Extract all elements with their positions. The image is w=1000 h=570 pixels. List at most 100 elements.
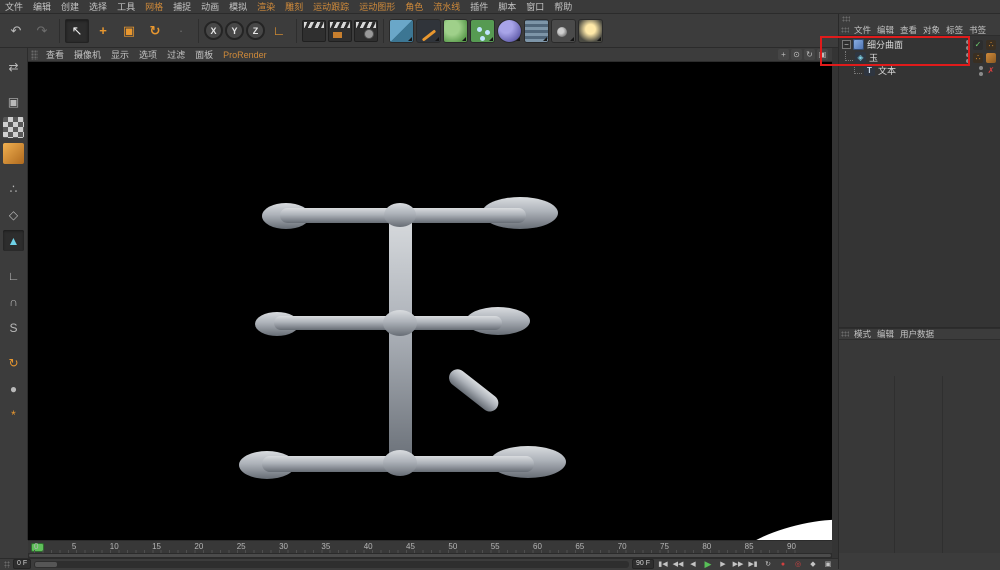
spline-pen-icon[interactable] [416,19,441,43]
viewport-rotate-icon[interactable]: ↻ [804,49,815,60]
preview-range-handle[interactable] [35,562,57,567]
vp-menu-filter[interactable]: 过滤 [162,48,190,61]
solo-mode-icon[interactable]: S [3,317,24,338]
z-axis-lock-button[interactable]: Z [246,21,265,40]
vp-menu-view[interactable]: 查看 [41,48,69,61]
next-frame-button[interactable]: ▶ [717,560,729,569]
menu-render[interactable]: 渲染 [252,0,280,14]
record-parameters-button[interactable]: ▣ [822,560,834,569]
viewport-pan-icon[interactable]: + [778,49,789,60]
timeline-scrollbar-handle[interactable] [29,554,831,557]
drag-grip-icon[interactable] [31,50,38,60]
am-menu-mode[interactable]: 模式 [851,328,874,340]
convert-mode-icon[interactable]: ⇄ [3,56,24,77]
end-frame-field[interactable]: 90 F [632,559,654,569]
menu-character[interactable]: 角色 [400,0,428,14]
menu-select[interactable]: 选择 [84,0,112,14]
phong-tag-icon[interactable]: ∴ [973,53,983,63]
volume-builder-icon[interactable] [470,19,495,43]
workplane-rotate-icon[interactable]: ↻ [3,352,24,373]
menu-create[interactable]: 创建 [56,0,84,14]
menu-motion-tracker[interactable]: 运动跟踪 [308,0,354,14]
om-menu-tags[interactable]: 标签 [943,24,966,36]
light-icon[interactable] [578,19,603,43]
am-menu-userdata[interactable]: 用户数据 [897,328,937,340]
render-view-button[interactable] [302,20,326,42]
polygons-mode-icon[interactable]: ▲ [3,230,24,251]
menu-window[interactable]: 窗口 [521,0,549,14]
snap-icon[interactable]: ∩ [3,291,24,312]
loop-button[interactable]: ↻ [762,560,774,569]
menu-tools[interactable]: 工具 [112,0,140,14]
menu-script[interactable]: 脚本 [493,0,521,14]
record-keyframe-button[interactable]: ● [777,560,789,569]
vp-menu-display[interactable]: 显示 [106,48,134,61]
timeline-ruler[interactable]: 0 5 10 15 20 25 30 35 40 45 50 55 60 65 … [28,540,832,553]
camera-icon[interactable] [551,19,576,43]
start-frame-field[interactable]: 0 F [13,559,31,569]
visibility-dots-icon[interactable] [979,66,983,76]
om-menu-objects[interactable]: 对象 [920,24,943,36]
model-mode-icon[interactable]: ▣ [3,91,24,112]
previous-frame-button[interactable]: ◀ [687,560,699,569]
menu-help[interactable]: 帮助 [549,0,577,14]
vp-menu-panel[interactable]: 面板 [190,48,218,61]
drag-grip-icon[interactable] [842,16,850,22]
viewport-zoom-icon[interactable]: ⊙ [791,49,802,60]
drag-grip-icon[interactable] [4,561,10,568]
om-menu-view[interactable]: 查看 [897,24,920,36]
x-axis-lock-button[interactable]: X [204,21,223,40]
menu-file[interactable]: 文件 [0,0,28,14]
next-key-button[interactable]: ▶▶ [732,560,744,569]
preview-range-slider[interactable] [34,561,629,568]
move-tool[interactable]: + [91,19,115,43]
menu-pipeline[interactable]: 流水线 [428,0,465,14]
menu-mesh[interactable]: 网格 [140,0,168,14]
rotate-tool[interactable]: ↻ [143,19,167,43]
menu-edit[interactable]: 编辑 [28,0,56,14]
vp-menu-options[interactable]: 选项 [134,48,162,61]
lock-icon[interactable]: ● [3,378,24,399]
render-settings-button[interactable] [354,20,378,42]
y-axis-lock-button[interactable]: Y [225,21,244,40]
live-selection-tool[interactable]: ↖ [65,19,89,43]
vp-menu-prorender[interactable]: ProRender [218,50,272,60]
subdivision-surface-icon[interactable] [443,19,468,43]
coordinate-system-button[interactable]: ∟ [267,19,291,43]
drag-grip-icon[interactable] [841,27,849,33]
vp-menu-cameras[interactable]: 摄像机 [69,48,106,61]
scale-tool[interactable]: ▣ [117,19,141,43]
deformer-icon[interactable] [497,19,522,43]
menu-sculpt[interactable]: 雕刻 [280,0,308,14]
menu-mograph[interactable]: 运动图形 [354,0,400,14]
floor-environment-icon[interactable] [524,19,549,43]
cube-primitive-icon[interactable] [389,19,414,43]
edges-mode-icon[interactable]: ◇ [3,204,24,225]
texture-tag-icon[interactable] [986,53,996,63]
om-menu-file[interactable]: 文件 [851,24,874,36]
3d-viewport[interactable] [28,62,832,540]
phong-tag-icon[interactable]: ∴ [986,40,996,50]
last-tool-button[interactable]: · [169,19,193,43]
keyframe-selection-button[interactable]: ◆ [807,560,819,569]
points-mode-icon[interactable]: ∴ [3,178,24,199]
texture-mode-icon[interactable] [3,117,24,138]
menu-snap[interactable]: 捕捉 [168,0,196,14]
menu-simulate[interactable]: 模拟 [224,0,252,14]
modeling-settings-icon[interactable]: * [3,404,24,425]
previous-key-button[interactable]: ◀◀ [672,560,684,569]
go-to-start-button[interactable]: ▮◀ [657,560,669,569]
go-to-end-button[interactable]: ▶▮ [747,560,759,569]
redo-button[interactable]: ↷ [30,19,54,43]
autokey-button[interactable]: ◎ [792,560,804,569]
axis-mode-icon[interactable]: ∟ [3,265,24,286]
workplane-icon[interactable] [3,143,24,164]
am-menu-edit[interactable]: 编辑 [874,328,897,340]
menu-plugins[interactable]: 插件 [465,0,493,14]
menu-animate[interactable]: 动画 [196,0,224,14]
om-menu-edit[interactable]: 编辑 [874,24,897,36]
render-to-picture-viewer-button[interactable] [328,20,352,42]
om-menu-bookmarks[interactable]: 书签 [966,24,989,36]
undo-button[interactable]: ↶ [4,19,28,43]
disabled-cross-icon[interactable]: ✗ [986,66,996,76]
